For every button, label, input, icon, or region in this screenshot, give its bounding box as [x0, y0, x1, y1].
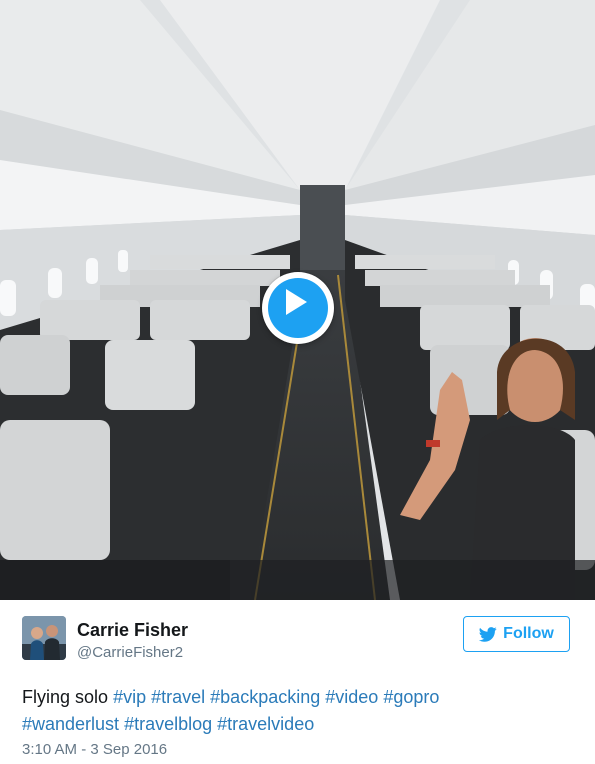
- hashtag-link[interactable]: #travel: [151, 687, 205, 707]
- avatar-image: [22, 616, 66, 660]
- tweet-card: Carrie Fisher @CarrieFisher2 Follow Flyi…: [0, 600, 595, 764]
- follow-label: Follow: [503, 625, 554, 642]
- author-handle[interactable]: @CarrieFisher2: [77, 644, 183, 661]
- hashtag-link[interactable]: #vip: [113, 687, 146, 707]
- twitter-bird-icon: [479, 626, 497, 642]
- hashtag-link[interactable]: #gopro: [383, 687, 439, 707]
- hashtag-link[interactable]: #wanderlust: [22, 714, 119, 734]
- hashtag-link[interactable]: #backpacking: [210, 687, 320, 707]
- play-button[interactable]: [262, 272, 334, 344]
- play-icon: [286, 289, 307, 315]
- avatar[interactable]: [22, 616, 66, 660]
- video-thumbnail[interactable]: [0, 0, 595, 600]
- follow-button[interactable]: Follow: [463, 616, 570, 652]
- hashtag-link[interactable]: #travelvideo: [217, 714, 314, 734]
- tweet-timestamp[interactable]: 3:10 AM - 3 Sep 2016: [22, 741, 167, 758]
- tweet-body: Flying solo: [22, 687, 109, 707]
- hashtag-link[interactable]: #travelblog: [124, 714, 212, 734]
- hashtag-link[interactable]: #video: [325, 687, 378, 707]
- author-name[interactable]: Carrie Fisher: [77, 620, 188, 641]
- tweet-text: Flying solo #vip #travel #backpacking #v…: [22, 684, 582, 738]
